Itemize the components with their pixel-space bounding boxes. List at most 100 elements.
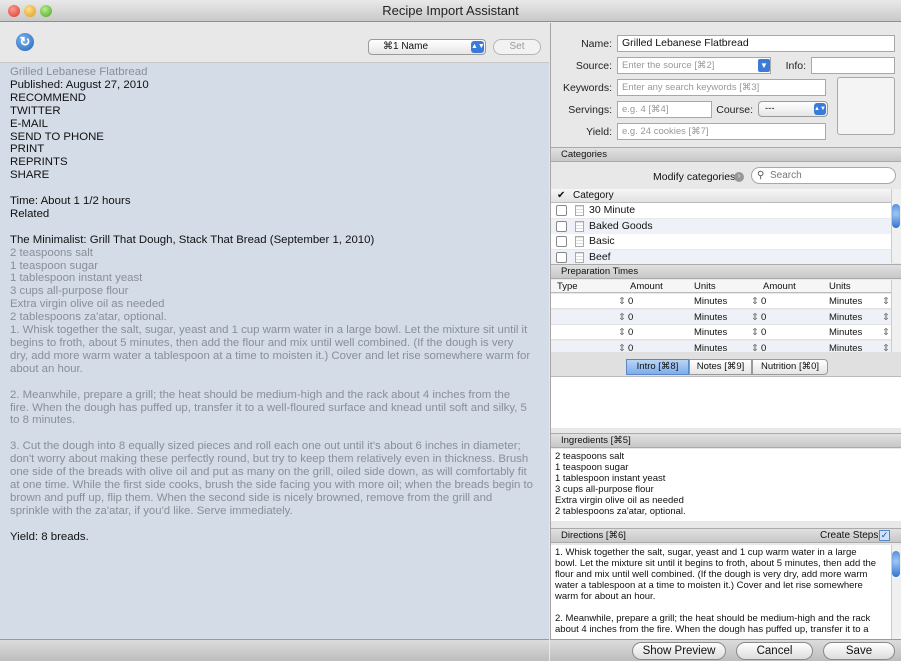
source-line <box>10 221 544 234</box>
units-cell[interactable]: Minutes <box>694 325 727 340</box>
stepper-icon[interactable]: ⇕ <box>882 310 890 325</box>
category-icon <box>575 220 584 232</box>
intro-textarea[interactable] <box>551 376 901 428</box>
amount-column-header[interactable]: Amount <box>630 280 663 293</box>
category-row[interactable]: 30 Minute <box>551 203 891 218</box>
category-icon <box>575 236 584 247</box>
units-column-header[interactable]: Units <box>694 280 716 293</box>
units-cell[interactable]: Minutes <box>694 294 727 309</box>
category-column-header[interactable]: Category <box>573 189 614 203</box>
source-line <box>10 182 544 195</box>
tab-intro[interactable]: Intro [⌘8] <box>626 359 689 375</box>
category-checkbox[interactable] <box>556 251 567 263</box>
direction-line: 2. Meanwhile, prepare a grill; the heat … <box>555 613 871 624</box>
prep-row[interactable]: ⇕ 0 Minutes ⇕ 0 Minutes ⇕ <box>551 309 891 325</box>
zoom-window-button[interactable] <box>40 5 52 17</box>
amount-cell[interactable]: 0 <box>628 294 633 309</box>
prep-row[interactable]: ⇕ 0 Minutes ⇕ 0 Minutes ⇕ <box>551 294 891 309</box>
servings-field[interactable]: e.g. 4 [⌘4] <box>617 101 712 118</box>
set-button[interactable]: Set <box>493 39 541 55</box>
show-preview-button[interactable]: Show Preview <box>632 642 726 660</box>
save-button[interactable]: Save <box>823 642 895 660</box>
source-line: to 8 minutes. <box>10 414 76 427</box>
source-line: at one time. While the first side cooks,… <box>10 478 533 491</box>
modify-categories-label[interactable]: Modify categories <box>653 171 735 183</box>
category-checkbox[interactable] <box>556 205 567 216</box>
stepper-icon[interactable]: ⇕ <box>618 325 626 340</box>
ingredients-textarea[interactable]: 2 teaspoons salt 1 teaspoon sugar 1 tables… <box>551 449 901 521</box>
yield-field[interactable]: e.g. 24 cookies [⌘7] <box>617 123 826 140</box>
category-checkbox[interactable] <box>556 220 567 232</box>
category-row[interactable]: Baked Goods <box>551 218 891 234</box>
units-cell[interactable]: Minutes <box>829 294 862 309</box>
prep-scrollbar[interactable] <box>891 280 901 352</box>
create-steps-checkbox[interactable]: ✓ <box>879 530 890 541</box>
stepper-icon[interactable]: ⇕ <box>882 294 890 309</box>
minimize-window-button[interactable] <box>24 5 36 17</box>
field-select[interactable]: ⌘1 Name ▲▼ <box>368 39 486 55</box>
amount-cell[interactable]: 0 <box>761 325 766 340</box>
amount-cell[interactable]: 0 <box>761 294 766 309</box>
modify-categories-icon[interactable]: › <box>734 172 744 182</box>
info-field[interactable] <box>811 57 895 74</box>
stepper-icon[interactable]: ⇕ <box>882 325 890 340</box>
tab-nutrition[interactable]: Nutrition [⌘0] <box>752 359 828 375</box>
window-titlebar: Recipe Import Assistant <box>0 0 901 22</box>
name-field[interactable]: Grilled Lebanese Flatbread <box>617 35 895 52</box>
category-label: Beef <box>589 250 611 263</box>
category-row[interactable]: Beef <box>551 249 891 265</box>
source-label: Source: <box>575 60 612 72</box>
units-cell[interactable]: Minutes <box>694 310 727 325</box>
scroll-thumb[interactable] <box>892 204 900 228</box>
source-line: E-MAIL <box>10 117 48 130</box>
create-steps-label: Create Steps <box>820 530 879 541</box>
category-row[interactable]: Basic <box>551 234 891 249</box>
course-select[interactable]: --- ▲▼ <box>758 101 828 117</box>
category-search-input[interactable]: ⚲ Search <box>751 167 896 184</box>
keywords-field[interactable]: Enter any search keywords [⌘3] <box>617 79 826 96</box>
amount-cell[interactable]: 0 <box>761 310 766 325</box>
stepper-icon[interactable]: ⇕ <box>751 294 759 309</box>
left-bottom-bar <box>0 639 549 661</box>
prep-row[interactable]: ⇕ 0 Minutes ⇕ 0 Minutes ⇕ <box>551 325 891 340</box>
directions-textarea[interactable]: 1. Whisk together the salt, sugar, yeast… <box>551 545 891 639</box>
source-line: begins to froth, about 5 minutes, then a… <box>10 337 514 349</box>
source-line: 1 teaspoon sugar <box>10 259 99 272</box>
check-column-header[interactable]: ✔ <box>557 189 565 203</box>
source-text[interactable]: Grilled Lebanese Flatbread Published: Aug… <box>10 66 544 543</box>
source-field[interactable]: Enter the source [⌘2] <box>617 57 771 74</box>
units-cell[interactable]: Minutes <box>829 325 862 340</box>
units-cell[interactable]: Minutes <box>829 310 862 325</box>
stepper-icon[interactable]: ⇕ <box>618 294 626 309</box>
ingredient-line: 1 tablespoon instant yeast <box>555 473 666 484</box>
category-checkbox[interactable] <box>556 236 567 247</box>
source-line: The Minimalist: Grill That Dough, Stack … <box>10 233 375 246</box>
source-line: TWITTER <box>10 104 61 117</box>
amount-cell[interactable]: 0 <box>628 310 633 325</box>
source-dropdown-icon[interactable]: ▼ <box>758 59 770 72</box>
category-icon <box>575 251 584 263</box>
scroll-thumb[interactable] <box>892 551 900 577</box>
direction-line: 1. Whisk together the salt, sugar, yeast… <box>555 547 857 558</box>
course-label: Course: <box>716 104 753 116</box>
updown-arrows-icon: ▲▼ <box>471 41 485 53</box>
type-column-header[interactable]: Type <box>557 280 578 293</box>
ingredient-line: 2 teaspoons salt <box>555 451 625 462</box>
refresh-icon[interactable]: ↻ <box>16 33 34 51</box>
cancel-button[interactable]: Cancel <box>736 642 813 660</box>
source-line: don't worry about making these perfectly… <box>10 453 529 466</box>
direction-line: water a tablespoon at a time to moisten … <box>555 580 863 591</box>
servings-label: Servings: <box>568 104 612 116</box>
tab-notes[interactable]: Notes [⌘9] <box>689 359 752 375</box>
units-column-header-2[interactable]: Units <box>829 280 851 293</box>
stepper-icon[interactable]: ⇕ <box>751 325 759 340</box>
close-window-button[interactable] <box>8 5 20 17</box>
stepper-icon[interactable]: ⇕ <box>751 310 759 325</box>
source-line: brown and puff up, flip them. When the s… <box>10 491 493 504</box>
amount-cell[interactable]: 0 <box>628 325 633 340</box>
source-line: about an hour. <box>10 362 83 375</box>
recipe-image-well[interactable] <box>837 77 895 135</box>
stepper-icon[interactable]: ⇕ <box>618 310 626 325</box>
category-label: Baked Goods <box>589 219 653 232</box>
amount-column-header-2[interactable]: Amount <box>763 280 796 293</box>
